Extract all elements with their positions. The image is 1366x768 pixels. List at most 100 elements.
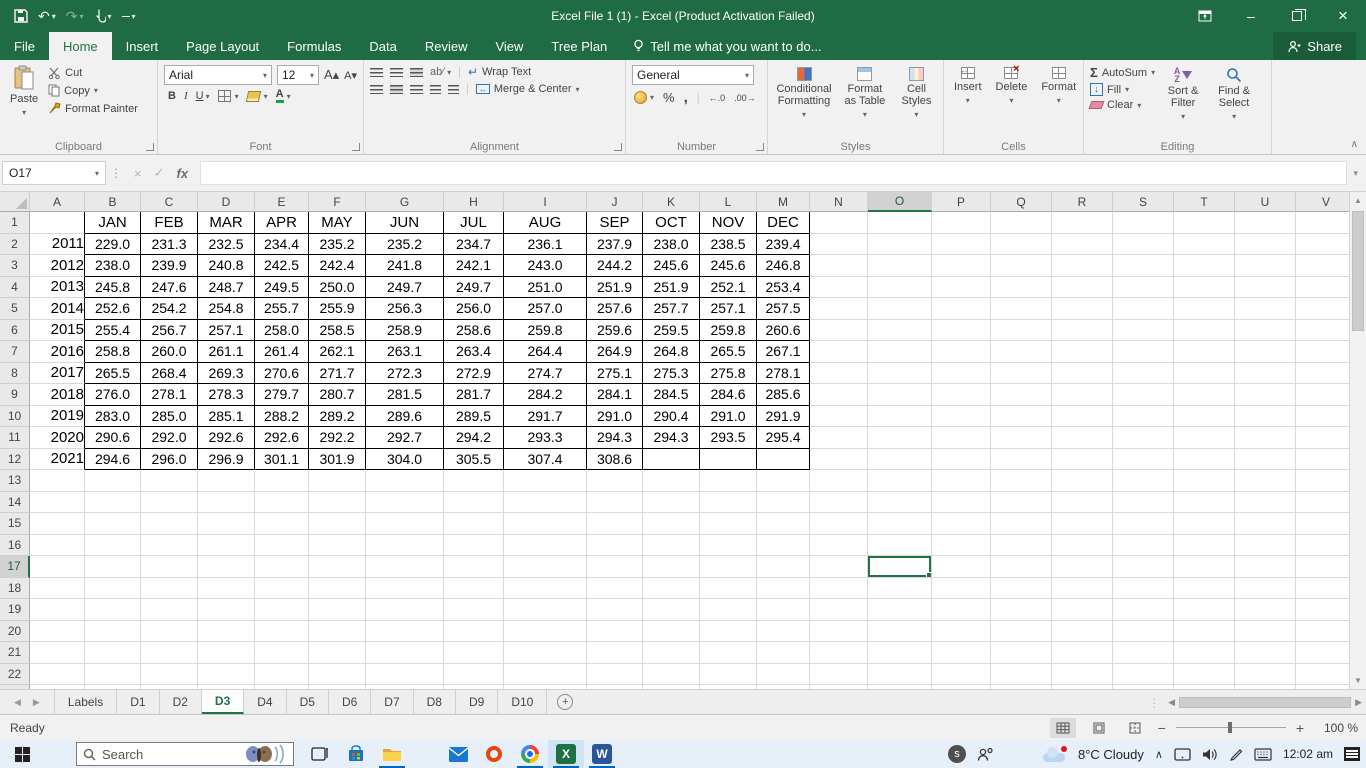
cell-I4[interactable]: 251.0 xyxy=(504,276,587,298)
cell-L5[interactable]: 257.1 xyxy=(700,298,757,320)
cell-D11[interactable]: 292.6 xyxy=(198,427,255,449)
cell-C13[interactable] xyxy=(141,470,198,492)
cell-J3[interactable]: 244.2 xyxy=(587,255,643,277)
cell-G5[interactable]: 256.3 xyxy=(366,298,444,320)
column-header-M[interactable]: M xyxy=(757,192,810,212)
row-header-10[interactable]: 10 xyxy=(0,405,30,427)
cell-B11[interactable]: 290.6 xyxy=(85,427,141,449)
alignment-dialog-launcher[interactable] xyxy=(614,143,622,151)
cell-I7[interactable]: 264.4 xyxy=(504,341,587,363)
cell-O11[interactable] xyxy=(868,427,932,449)
cell-S7[interactable] xyxy=(1113,341,1174,363)
align-bottom-icon[interactable] xyxy=(410,67,423,77)
column-header-U[interactable]: U xyxy=(1235,192,1296,212)
cell-I12[interactable]: 307.4 xyxy=(504,448,587,470)
row-header-1[interactable]: 1 xyxy=(0,212,30,234)
delete-cells-button[interactable]: Delete▾ xyxy=(992,63,1032,138)
cell-O20[interactable] xyxy=(868,620,932,642)
column-header-D[interactable]: D xyxy=(198,192,255,212)
cell-F22[interactable] xyxy=(309,663,366,685)
cell-K22[interactable] xyxy=(643,663,700,685)
cell-N19[interactable] xyxy=(810,599,868,621)
cell-C8[interactable]: 268.4 xyxy=(141,362,198,384)
cell-I19[interactable] xyxy=(504,599,587,621)
number-format-select[interactable]: General ▾ xyxy=(632,65,754,85)
cell-K15[interactable] xyxy=(643,513,700,535)
cell-J22[interactable] xyxy=(587,663,643,685)
task-view-button[interactable] xyxy=(302,740,338,768)
percent-style-icon[interactable]: % xyxy=(663,90,675,105)
cell-R6[interactable] xyxy=(1052,319,1113,341)
cell-O8[interactable] xyxy=(868,362,932,384)
cell-V17[interactable] xyxy=(1296,556,1357,578)
cell-M12[interactable] xyxy=(757,448,810,470)
row-header-3[interactable]: 3 xyxy=(0,255,30,277)
pen-icon[interactable] xyxy=(1229,747,1243,761)
cell-D21[interactable] xyxy=(198,642,255,664)
undo-icon[interactable]: ↶ ▾ xyxy=(38,8,56,25)
cell-M17[interactable] xyxy=(757,556,810,578)
cell-C21[interactable] xyxy=(141,642,198,664)
cell-U13[interactable] xyxy=(1235,470,1296,492)
cell-U16[interactable] xyxy=(1235,534,1296,556)
cell-H4[interactable]: 249.7 xyxy=(444,276,504,298)
cell-A15[interactable] xyxy=(30,513,85,535)
cell-Q13[interactable] xyxy=(991,470,1052,492)
close-icon[interactable]: × xyxy=(1320,0,1366,32)
zoom-slider[interactable] xyxy=(1175,722,1286,733)
cell-F6[interactable]: 258.5 xyxy=(309,319,366,341)
cell-A21[interactable] xyxy=(30,642,85,664)
cell-P9[interactable] xyxy=(932,384,991,406)
cell-M2[interactable]: 239.4 xyxy=(757,233,810,255)
cell-O2[interactable] xyxy=(868,233,932,255)
weather-icon[interactable] xyxy=(1042,746,1067,762)
cell-E17[interactable] xyxy=(255,556,309,578)
cell-N4[interactable] xyxy=(810,276,868,298)
cell-B22[interactable] xyxy=(85,663,141,685)
cell-A7[interactable]: 2016 xyxy=(30,341,85,363)
cell-I16[interactable] xyxy=(504,534,587,556)
cell-A19[interactable] xyxy=(30,599,85,621)
paste-button[interactable]: Paste ▾ xyxy=(6,65,42,138)
cell-D9[interactable]: 278.3 xyxy=(198,384,255,406)
decrease-indent-icon[interactable] xyxy=(430,84,441,94)
cell-A2[interactable]: 2011 xyxy=(30,233,85,255)
cell-L3[interactable]: 245.6 xyxy=(700,255,757,277)
cell-B9[interactable]: 276.0 xyxy=(85,384,141,406)
sheet-tab-d6[interactable]: D6 xyxy=(329,690,372,714)
cell-O6[interactable] xyxy=(868,319,932,341)
cell-V11[interactable] xyxy=(1296,427,1357,449)
cell-N10[interactable] xyxy=(810,405,868,427)
cell-E19[interactable] xyxy=(255,599,309,621)
cell-P10[interactable] xyxy=(932,405,991,427)
cell-K13[interactable] xyxy=(643,470,700,492)
find-select-button[interactable]: Find & Select ▾ xyxy=(1211,65,1257,138)
cell-K6[interactable]: 259.5 xyxy=(643,319,700,341)
cell-V9[interactable] xyxy=(1296,384,1357,406)
cell-K2[interactable]: 238.0 xyxy=(643,233,700,255)
cell-H15[interactable] xyxy=(444,513,504,535)
cell-T8[interactable] xyxy=(1174,362,1235,384)
cell-G21[interactable] xyxy=(366,642,444,664)
cell-T1[interactable] xyxy=(1174,212,1235,234)
cell-C14[interactable] xyxy=(141,491,198,513)
cell-E3[interactable]: 242.5 xyxy=(255,255,309,277)
cell-D8[interactable]: 269.3 xyxy=(198,362,255,384)
cell-R16[interactable] xyxy=(1052,534,1113,556)
accounting-format-icon[interactable] xyxy=(634,91,647,104)
cell-R17[interactable] xyxy=(1052,556,1113,578)
cell-N3[interactable] xyxy=(810,255,868,277)
cell-J13[interactable] xyxy=(587,470,643,492)
row-header-11[interactable]: 11 xyxy=(0,427,30,449)
cell-T2[interactable] xyxy=(1174,233,1235,255)
cell-L9[interactable]: 284.6 xyxy=(700,384,757,406)
cell-U10[interactable] xyxy=(1235,405,1296,427)
cell-T4[interactable] xyxy=(1174,276,1235,298)
cell-G18[interactable] xyxy=(366,577,444,599)
customize-qat-icon[interactable]: ▾ xyxy=(121,12,136,21)
cell-F9[interactable]: 280.7 xyxy=(309,384,366,406)
cell-U11[interactable] xyxy=(1235,427,1296,449)
cut-button[interactable]: Cut xyxy=(48,67,138,79)
cell-I6[interactable]: 259.8 xyxy=(504,319,587,341)
cell-A13[interactable] xyxy=(30,470,85,492)
